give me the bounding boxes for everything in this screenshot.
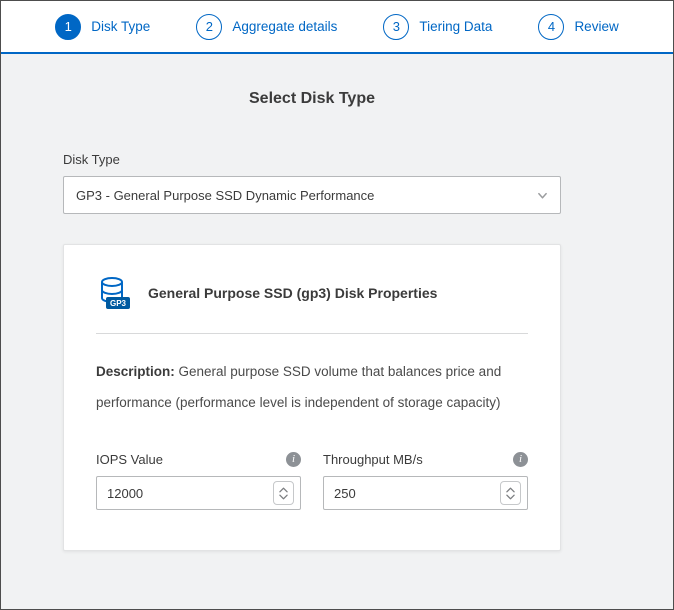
disk-type-select[interactable]: GP3 - General Purpose SSD Dynamic Perfor…	[63, 176, 561, 214]
step-tiering-data[interactable]: 3 Tiering Data	[383, 14, 492, 40]
step-1-circle: 1	[55, 14, 81, 40]
step-3-circle: 3	[383, 14, 409, 40]
step-aggregate-details[interactable]: 2 Aggregate details	[196, 14, 337, 40]
stepper-down-icon	[279, 494, 288, 500]
step-3-label: Tiering Data	[419, 19, 492, 34]
step-2-label: Aggregate details	[232, 19, 337, 34]
stepper-down-icon	[506, 494, 515, 500]
throughput-stepper[interactable]	[500, 481, 521, 505]
step-review[interactable]: 4 Review	[538, 14, 618, 40]
stepper-up-icon	[506, 487, 515, 493]
throughput-field: Throughput MB/s i	[323, 452, 528, 510]
step-4-label: Review	[574, 19, 618, 34]
disk-type-label: Disk Type	[63, 152, 561, 167]
page-title: Select Disk Type	[63, 90, 561, 108]
step-4-circle: 4	[538, 14, 564, 40]
card-heading: General Purpose SSD (gp3) Disk Propertie…	[148, 285, 437, 301]
throughput-label: Throughput MB/s	[323, 452, 423, 467]
stepper-up-icon	[279, 487, 288, 493]
disk-type-selected-value: GP3 - General Purpose SSD Dynamic Perfor…	[76, 188, 537, 203]
iops-info-icon[interactable]: i	[286, 452, 301, 467]
disk-properties-card: GP3 General Purpose SSD (gp3) Disk Prope…	[63, 244, 561, 551]
throughput-info-icon[interactable]: i	[513, 452, 528, 467]
iops-stepper[interactable]	[273, 481, 294, 505]
iops-field: IOPS Value i	[96, 452, 301, 510]
step-disk-type[interactable]: 1 Disk Type	[55, 14, 150, 40]
svg-text:GP3: GP3	[110, 299, 127, 308]
wizard-window: 1 Disk Type 2 Aggregate details 3 Tierin…	[0, 0, 674, 610]
iops-label: IOPS Value	[96, 452, 163, 467]
iops-input[interactable]	[97, 486, 273, 501]
step-1-label: Disk Type	[91, 19, 150, 34]
throughput-input[interactable]	[324, 486, 500, 501]
step-2-circle: 2	[196, 14, 222, 40]
gp3-disk-icon: GP3	[96, 275, 132, 311]
disk-description: Description: General purpose SSD volume …	[96, 356, 528, 418]
wizard-stepper: 1 Disk Type 2 Aggregate details 3 Tierin…	[1, 1, 673, 54]
wizard-body: Select Disk Type Disk Type GP3 - General…	[1, 54, 673, 609]
card-divider	[96, 333, 528, 334]
description-label: Description:	[96, 364, 175, 379]
chevron-down-icon	[537, 190, 548, 201]
